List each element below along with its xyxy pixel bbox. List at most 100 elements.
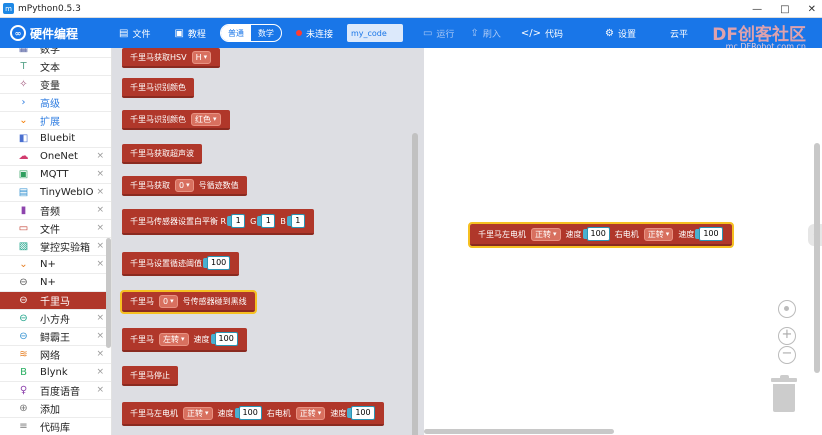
block-number-input[interactable]: 1 <box>257 214 276 228</box>
file-menu-button[interactable]: ▤ 文件 <box>111 18 158 48</box>
remove-category-icon[interactable]: × <box>96 331 104 341</box>
category-item[interactable]: ▣ MQTT × <box>0 166 111 184</box>
tutorial-button[interactable]: ▣ 教程 <box>166 18 213 48</box>
block-number-input[interactable]: 1 <box>227 214 246 228</box>
block-number-input[interactable]: 100 <box>347 406 375 420</box>
filename-input[interactable]: my_code <box>346 24 403 42</box>
remove-category-icon[interactable]: × <box>96 313 104 323</box>
workspace-horizontal-scrollbar[interactable] <box>424 429 614 434</box>
minimize-button[interactable]: — <box>752 4 762 15</box>
block-number-input[interactable]: 100 <box>582 227 610 241</box>
main-toolbar: ∞ 硬件编程 ▤ 文件 ▣ 教程 普通 数学 未连接 my_code ▭ 运行 … <box>0 18 822 51</box>
category-item[interactable]: › 高级 <box>0 94 111 112</box>
category-label: 高级 <box>40 99 60 110</box>
close-button[interactable]: ✕ <box>808 4 816 15</box>
zoom-in-button[interactable]: + <box>778 327 796 345</box>
remove-category-icon[interactable]: × <box>96 259 104 269</box>
remove-category-icon[interactable]: × <box>96 205 104 215</box>
category-item[interactable]: ⊖ 千里马 <box>0 292 111 310</box>
block-dropdown[interactable]: 0 <box>159 294 178 308</box>
category-item[interactable]: ≋ 网络 × <box>0 346 111 364</box>
recenter-icon[interactable] <box>778 300 796 318</box>
category-item[interactable]: ▧ 掌控实验箱 × <box>0 238 111 256</box>
category-item[interactable]: ◧ Bluebit <box>0 130 111 148</box>
cloud-button[interactable]: 云平 <box>662 18 696 48</box>
category-label: 扩展 <box>40 117 60 128</box>
category-item[interactable]: ▦ 数学 <box>0 48 111 58</box>
flyout-block[interactable]: 千里马获取HSV H <box>122 48 221 68</box>
block-number-input[interactable]: 100 <box>202 256 231 270</box>
block-dropdown[interactable]: 红色 <box>191 112 221 126</box>
trash-icon[interactable] <box>771 375 797 412</box>
mode-switch[interactable]: 普通 数学 <box>219 24 282 42</box>
remove-category-icon[interactable]: × <box>96 187 104 197</box>
block-dropdown[interactable]: 0 <box>175 178 194 192</box>
block-number-input[interactable]: 100 <box>695 227 723 241</box>
upload-button[interactable]: ⇪ 刷入 <box>462 18 508 48</box>
remove-category-icon[interactable]: × <box>96 385 104 395</box>
flyout-block[interactable]: 千里马设置循迹阈值 100 <box>122 252 240 276</box>
category-icon: ▧ <box>18 241 29 252</box>
block-number-input[interactable]: 100 <box>210 332 238 346</box>
maximize-button[interactable]: □ <box>780 4 789 15</box>
connection-button[interactable]: 未连接 <box>288 18 341 48</box>
block-dropdown[interactable]: 正转 <box>643 227 674 241</box>
category-scrollbar[interactable] <box>106 238 111 348</box>
category-icon: ⊖ <box>19 277 28 288</box>
mode-normal-button[interactable]: 普通 <box>220 25 251 41</box>
block-workspace[interactable]: ‹ + − 千里马左电机正转速度100右电机正转速度100 <box>424 48 822 435</box>
flyout-block[interactable]: 千里马停止 <box>122 366 178 386</box>
category-item[interactable]: ☁ OneNet × <box>0 148 111 166</box>
category-item[interactable]: ▭ 文件 × <box>0 220 111 238</box>
category-item[interactable]: ✧ 变量 <box>0 76 111 94</box>
remove-category-icon[interactable]: × <box>96 151 104 161</box>
category-item[interactable]: ⊕ 添加 <box>0 400 111 418</box>
block-dropdown[interactable]: 正转 <box>295 406 326 420</box>
block-dropdown[interactable]: H <box>191 50 212 64</box>
block-dropdown[interactable]: 正转 <box>531 227 561 241</box>
block-number-input[interactable]: 100 <box>234 406 262 420</box>
block-number-input[interactable]: 1 <box>286 214 305 228</box>
category-item[interactable]: ▮ 音频 × <box>0 202 111 220</box>
flyout-block[interactable]: 千里马识别颜色 <box>122 78 194 98</box>
category-item[interactable]: ♀ 百度语音 × <box>0 382 111 400</box>
flyout-block[interactable]: 千里马左电机正转速度100右电机正转速度100 <box>122 402 384 426</box>
category-item[interactable]: ⌄ 扩展 <box>0 112 111 130</box>
app-window: m mPython0.5.3 — □ ✕ ∞ 硬件编程 ▤ 文件 ▣ 教程 普通… <box>0 0 822 435</box>
remove-category-icon[interactable]: × <box>96 241 104 251</box>
workspace-block-motor[interactable]: 千里马左电机正转速度100右电机正转速度100 <box>468 222 734 248</box>
remove-category-icon[interactable]: × <box>96 367 104 377</box>
upload-icon: ⇪ <box>470 27 479 39</box>
category-label: Bluebit <box>40 133 76 144</box>
workspace-vertical-scrollbar[interactable] <box>814 143 820 373</box>
remove-category-icon[interactable]: × <box>96 349 104 359</box>
settings-button[interactable]: ⚙ 设置 <box>597 18 644 48</box>
flyout-block[interactable]: 千里马获取超声波 <box>122 144 202 164</box>
block-dropdown[interactable]: 正转 <box>183 406 213 420</box>
remove-category-icon[interactable]: × <box>96 169 104 179</box>
category-item[interactable]: ▤ TinyWebIO × <box>0 184 111 202</box>
category-item[interactable]: ⊖ 鲟霸王 × <box>0 328 111 346</box>
category-item[interactable]: ⌄ N+ × <box>0 256 111 274</box>
flyout-block[interactable]: 千里马传感器设置白平衡 R1G1B1 <box>122 209 314 235</box>
block-dropdown[interactable]: 左转 <box>159 332 189 346</box>
category-icon: › <box>21 97 26 108</box>
run-button[interactable]: ▭ 运行 <box>415 18 462 48</box>
mode-math-button[interactable]: 数学 <box>251 25 281 41</box>
flyout-scrollbar[interactable] <box>412 133 418 435</box>
zoom-out-button[interactable]: − <box>778 346 796 364</box>
category-item[interactable]: ⊖ 小方舟 × <box>0 310 111 328</box>
flyout-block[interactable]: 千里马识别颜色 红色 <box>122 110 230 130</box>
category-icon: ⌄ <box>19 115 28 126</box>
flyout-block[interactable]: 千里马左转速度100 <box>122 328 247 352</box>
flyout-block[interactable]: 千里马获取 0 号循迹数值 <box>122 176 247 196</box>
flyout-block[interactable]: 千里马 0 号传感器碰到黑线 <box>120 290 257 314</box>
category-item[interactable]: T 文本 <box>0 58 111 76</box>
category-item[interactable]: ⊖ N+ <box>0 274 111 292</box>
remove-category-icon[interactable]: × <box>96 223 104 233</box>
category-label: 代码库 <box>40 423 70 434</box>
code-button[interactable]: </> 代码 <box>513 18 571 48</box>
category-item[interactable]: B Blynk × <box>0 364 111 382</box>
watermark: DF创客社区 mc.DFRobot.com.cn <box>712 20 806 51</box>
category-item[interactable]: ≡ 代码库 <box>0 418 111 435</box>
